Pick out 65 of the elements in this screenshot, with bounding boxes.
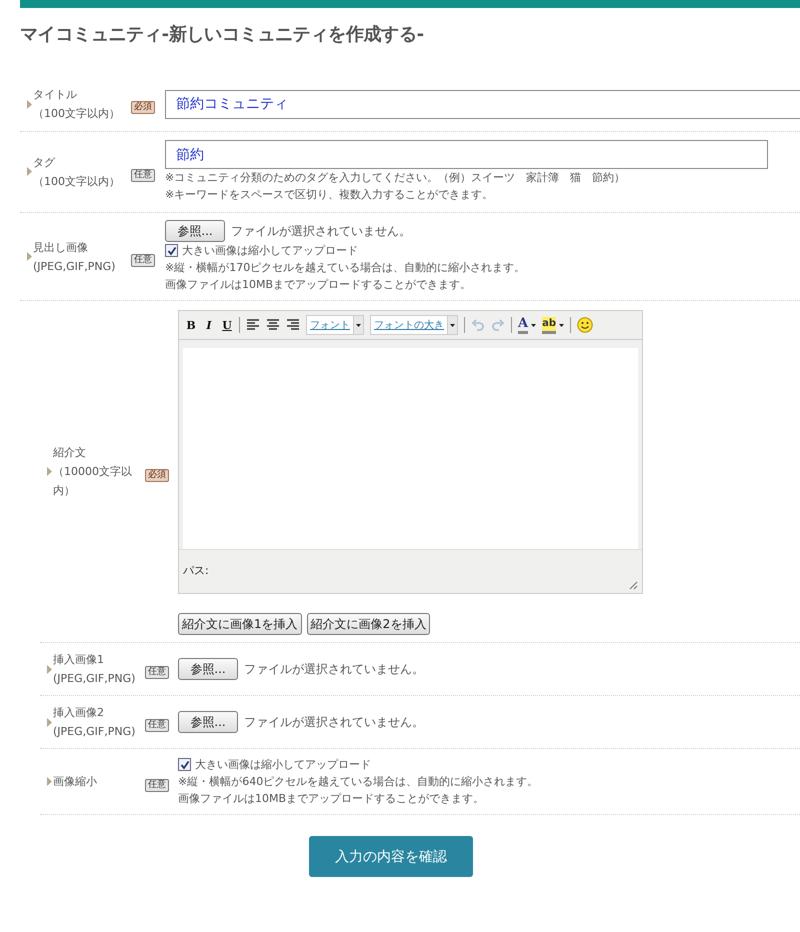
badge: 任意 — [145, 778, 169, 792]
align-left-icon[interactable] — [246, 319, 260, 331]
triangle-icon — [27, 100, 32, 108]
align-right-icon[interactable] — [286, 319, 300, 331]
dropdown[interactable]: フォントの大き — [370, 315, 458, 335]
field-hint: （10000文字以内） — [53, 464, 133, 499]
text-field[interactable]: 節約 — [165, 140, 768, 169]
triangle-icon — [47, 777, 52, 786]
underline-button[interactable]: U — [221, 316, 233, 334]
field-label: 画像縮小 — [53, 774, 98, 790]
caret-icon[interactable] — [356, 324, 361, 326]
browse-button[interactable]: 参照... — [165, 220, 225, 242]
text-color-button[interactable]: A — [518, 316, 536, 334]
insert-image-button[interactable]: 紹介文に画像1を挿入 — [178, 613, 302, 635]
badge: 任意 — [131, 168, 155, 182]
field-label: 挿入画像2 — [53, 705, 105, 721]
file-status: ファイルが選択されていません。 — [231, 222, 411, 240]
field-label: タグ — [33, 154, 56, 170]
checkbox-label: 大きい画像は縮小してアップロード — [182, 243, 358, 259]
browse-button[interactable]: 参照... — [178, 711, 238, 733]
field-hint: (JPEG,GIF,PNG) — [33, 258, 116, 274]
confirm-button[interactable]: 入力の内容を確認 — [309, 836, 473, 877]
caret-icon[interactable] — [450, 324, 455, 326]
note-text: ※縦・横幅が640ピクセルを越えている場合は、自動的に縮小されます。 — [178, 774, 538, 790]
field-hint: (JPEG,GIF,PNG) — [53, 724, 136, 740]
page-title: マイコミュニティ-新しいコミュニティを作成する- — [20, 23, 425, 46]
smiley-icon[interactable] — [577, 317, 593, 333]
badge: 必須 — [131, 101, 155, 114]
field-label: 挿入画像1 — [53, 652, 105, 668]
note-text: ※キーワードをスペースで区切り、複数入力することができます。 — [165, 187, 494, 203]
dropdown[interactable]: フォント — [306, 315, 364, 335]
caret-icon[interactable] — [531, 324, 536, 326]
triangle-icon — [27, 167, 32, 176]
resize-grip-icon[interactable] — [629, 581, 638, 590]
badge: 任意 — [145, 666, 169, 679]
badge: 必須 — [145, 468, 169, 482]
badge: 任意 — [131, 254, 155, 266]
triangle-icon — [47, 467, 52, 476]
note-text: ※コミュニティ分類のためのタグを入力してください。（例）スイーツ 家計簿 猫 節約） — [165, 170, 626, 186]
field-label: タイトル — [33, 87, 78, 103]
browse-button[interactable]: 参照... — [178, 658, 238, 680]
field-hint: （100文字以内） — [33, 106, 120, 122]
triangle-icon — [27, 252, 32, 261]
field-label: 紹介文 — [53, 445, 87, 461]
triangle-icon — [47, 664, 52, 674]
field-hint: （100文字以内） — [33, 174, 120, 190]
note-text: 画像ファイルは10MBまでアップロードすることができます。 — [165, 277, 472, 293]
caret-icon[interactable] — [559, 324, 564, 326]
field-label: 見出し画像 — [33, 240, 89, 256]
file-status: ファイルが選択されていません。 — [244, 714, 424, 730]
checkbox[interactable] — [178, 758, 191, 771]
insert-image-button[interactable]: 紹介文に画像2を挿入 — [306, 613, 430, 635]
italic-button[interactable]: I — [203, 316, 215, 334]
triangle-icon — [47, 718, 52, 726]
path-label: パス: — [183, 562, 209, 578]
note-text: ※縦・横幅が170ピクセルを越えている場合は、自動的に縮小されます。 — [165, 260, 526, 276]
text-field[interactable]: 節約コミュニティ — [165, 90, 800, 118]
note-text: 画像ファイルは10MBまでアップロードすることができます。 — [178, 791, 484, 807]
file-status: ファイルが選択されていません。 — [244, 660, 424, 678]
field-hint: (JPEG,GIF,PNG) — [53, 671, 136, 687]
checkbox-label: 大きい画像は縮小してアップロード — [195, 757, 371, 773]
checkbox[interactable] — [165, 244, 178, 257]
bold-button[interactable]: B — [185, 316, 197, 334]
badge: 任意 — [145, 719, 169, 732]
align-center-icon[interactable] — [266, 319, 280, 331]
